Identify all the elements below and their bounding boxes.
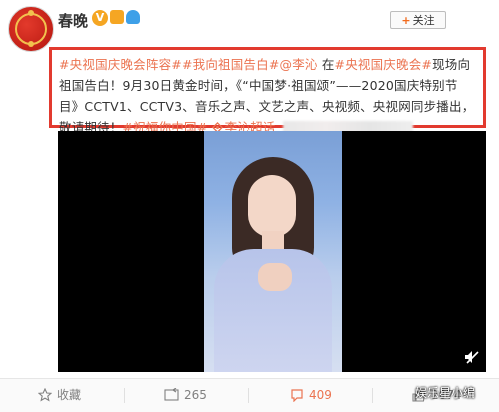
hashtag-link[interactable]: #央视国庆晚会# bbox=[335, 57, 433, 72]
comment-count: 409 bbox=[309, 388, 332, 402]
avatar-ornament bbox=[28, 10, 34, 16]
repost-count: 265 bbox=[184, 388, 207, 402]
post-text: #央视国庆晚会阵容##我向祖国告白#@李沁 在#央视国庆晚会#现场向祖国告白！9… bbox=[49, 47, 486, 135]
comment-icon bbox=[291, 389, 303, 403]
repost-button[interactable]: 265 bbox=[164, 379, 207, 412]
video-frame bbox=[204, 131, 342, 372]
account-name[interactable]: 春晚 bbox=[58, 10, 88, 31]
star-outline-icon bbox=[37, 387, 53, 402]
mention-link[interactable]: @李沁 bbox=[280, 57, 318, 72]
divider bbox=[124, 388, 125, 403]
divider bbox=[248, 388, 249, 403]
post-text-segment: 在 bbox=[321, 57, 335, 72]
plus-icon: + bbox=[401, 14, 411, 27]
figure-hands bbox=[258, 263, 292, 291]
favorite-button[interactable]: 收藏 bbox=[37, 379, 82, 412]
mute-speaker-icon[interactable] bbox=[464, 350, 480, 364]
favorite-label: 收藏 bbox=[57, 388, 82, 402]
divider bbox=[372, 388, 373, 403]
level-badge-icon bbox=[126, 10, 140, 24]
repost-icon bbox=[164, 387, 179, 401]
follow-button[interactable]: + 关注 bbox=[390, 11, 446, 29]
hashtag-link[interactable]: #央视国庆晚会阵容# bbox=[59, 57, 182, 72]
follow-label: 关注 bbox=[412, 14, 435, 27]
watermark: 娱乐星小编 bbox=[415, 386, 476, 400]
avatar-ornament bbox=[28, 41, 34, 47]
comment-button[interactable]: 409 bbox=[290, 379, 332, 412]
member-badge-icon bbox=[110, 10, 124, 24]
video-player[interactable] bbox=[58, 131, 486, 372]
post-header: 春晚 V + 关注 bbox=[0, 0, 499, 52]
avatar[interactable] bbox=[8, 6, 54, 52]
hashtag-link[interactable]: #我向祖国告白# bbox=[182, 57, 280, 72]
figure-face bbox=[248, 175, 296, 237]
verified-icon: V bbox=[92, 10, 108, 26]
